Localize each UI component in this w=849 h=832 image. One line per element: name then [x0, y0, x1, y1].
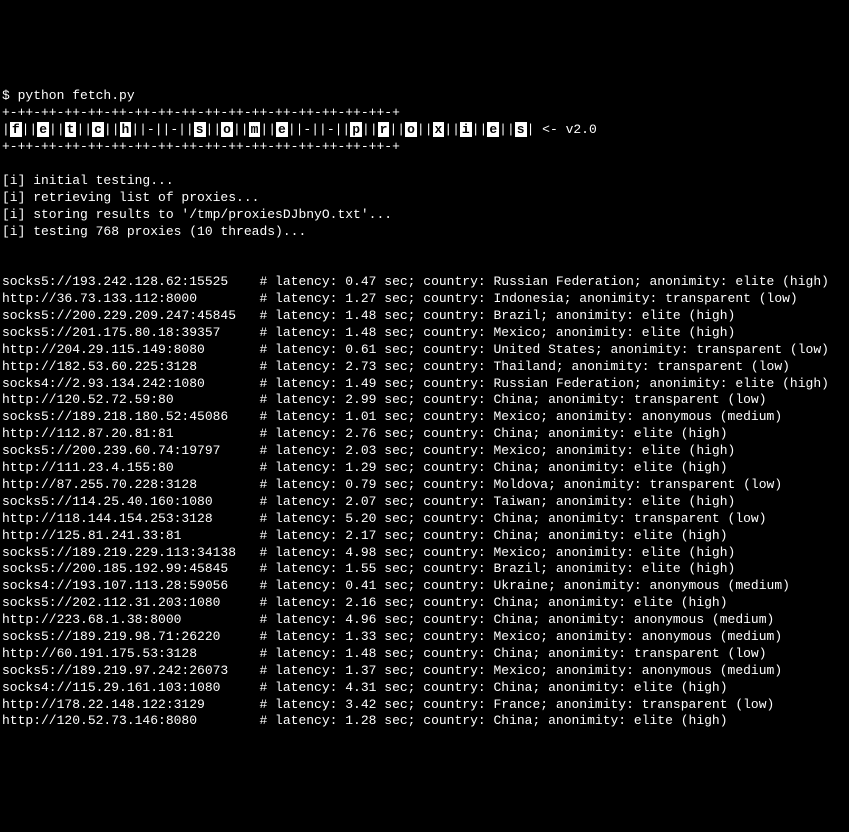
proxy-row: http://111.23.4.155:80 # latency: 1.29 s… — [2, 460, 847, 477]
banner-letter: o — [221, 122, 233, 137]
proxy-row: socks5://189.219.98.71:26220 # latency: … — [2, 629, 847, 646]
proxy-row: socks5://200.239.60.74:19797 # latency: … — [2, 443, 847, 460]
banner-letter: s — [194, 122, 206, 137]
blank-line — [2, 156, 10, 171]
proxy-row: socks5://202.112.31.203:1080 # latency: … — [2, 595, 847, 612]
proxy-row: socks5://193.242.128.62:15525 # latency:… — [2, 274, 847, 291]
banner-letter: e — [37, 122, 49, 137]
proxy-row: socks5://189.219.97.242:26073 # latency:… — [2, 663, 847, 680]
proxy-row: http://223.68.1.38:8000 # latency: 4.96 … — [2, 612, 847, 629]
proxy-row: http://178.22.148.122:3129 # latency: 3.… — [2, 697, 847, 714]
proxy-row: http://182.53.60.225:3128 # latency: 2.7… — [2, 359, 847, 376]
banner-letter: s — [515, 122, 527, 137]
info-line: [i] initial testing... — [2, 173, 847, 190]
banner-letter: r — [378, 122, 390, 137]
proxy-list: socks5://193.242.128.62:15525 # latency:… — [2, 274, 847, 730]
proxy-row: socks5://200.185.192.99:45845 # latency:… — [2, 561, 847, 578]
banner-letter: m — [249, 122, 261, 137]
proxy-row: http://36.73.133.112:8000 # latency: 1.2… — [2, 291, 847, 308]
proxy-row: http://60.191.175.53:3128 # latency: 1.4… — [2, 646, 847, 663]
banner-border-top: +-++-++-++-++-++-++-++-++-++-++-++-++-++… — [2, 105, 400, 120]
banner-letter: e — [276, 122, 288, 137]
banner-letter: e — [487, 122, 499, 137]
banner-border-bottom: +-++-++-++-++-++-++-++-++-++-++-++-++-++… — [2, 139, 400, 154]
proxy-row: http://118.144.154.253:3128 # latency: 5… — [2, 511, 847, 528]
banner-letter: x — [433, 122, 445, 137]
info-line: [i] testing 768 proxies (10 threads)... — [2, 224, 847, 241]
blank-line — [2, 257, 10, 272]
info-line: [i] storing results to '/tmp/proxiesDJbn… — [2, 207, 847, 224]
proxy-row: socks4://2.93.134.242:1080 # latency: 1.… — [2, 376, 847, 393]
proxy-row: socks4://115.29.161.103:1080 # latency: … — [2, 680, 847, 697]
proxy-row: http://125.81.241.33:81 # latency: 2.17 … — [2, 528, 847, 545]
banner-letter: c — [92, 122, 104, 137]
proxy-row: socks5://200.229.209.247:45845 # latency… — [2, 308, 847, 325]
proxy-row: http://87.255.70.228:3128 # latency: 0.7… — [2, 477, 847, 494]
banner-letter: o — [405, 122, 417, 137]
info-lines: [i] initial testing...[i] retrieving lis… — [2, 173, 847, 241]
proxy-row: socks5://189.218.180.52:45086 # latency:… — [2, 409, 847, 426]
banner-letter: i — [460, 122, 472, 137]
banner-row: |f||e||t||c||h||-||-||s||o||m||e||-||-||… — [2, 122, 597, 137]
proxy-row: http://120.52.72.59:80 # latency: 2.99 s… — [2, 392, 847, 409]
proxy-row: socks5://114.25.40.160:1080 # latency: 2… — [2, 494, 847, 511]
proxy-row: http://120.52.73.146:8080 # latency: 1.2… — [2, 713, 847, 730]
proxy-row: socks4://193.107.113.28:59056 # latency:… — [2, 578, 847, 595]
proxy-row: http://204.29.115.149:8080 # latency: 0.… — [2, 342, 847, 359]
banner-letter: f — [10, 122, 22, 137]
banner-letter: p — [350, 122, 362, 137]
banner-letter: t — [65, 122, 77, 137]
command-prompt: $ python fetch.py — [2, 88, 135, 103]
proxy-row: http://112.87.20.81:81 # latency: 2.76 s… — [2, 426, 847, 443]
proxy-row: socks5://189.219.229.113:34138 # latency… — [2, 545, 847, 562]
banner-letter: h — [120, 122, 132, 137]
proxy-row: socks5://201.175.80.18:39357 # latency: … — [2, 325, 847, 342]
info-line: [i] retrieving list of proxies... — [2, 190, 847, 207]
terminal-output: $ python fetch.py +-++-++-++-++-++-++-++… — [2, 72, 847, 748]
